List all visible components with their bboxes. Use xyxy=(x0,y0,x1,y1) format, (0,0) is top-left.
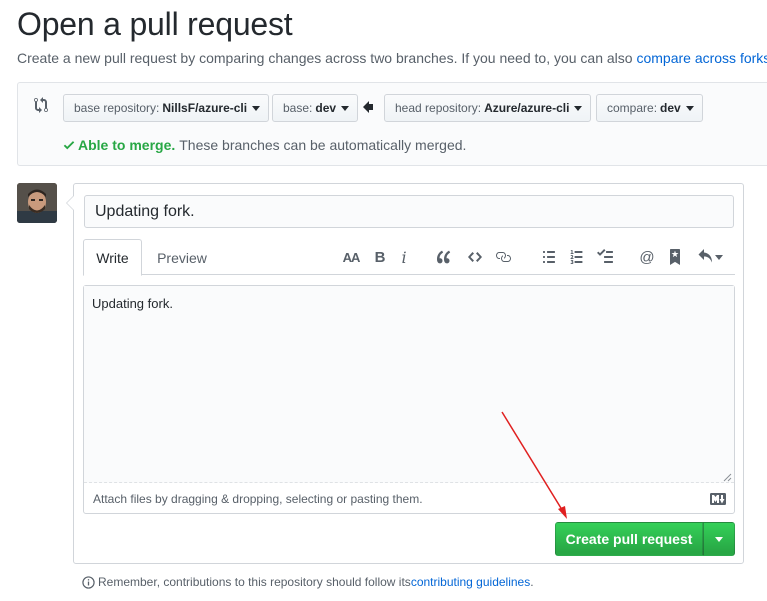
caret-down-icon xyxy=(252,105,261,111)
caret-down-icon xyxy=(341,105,350,111)
base-branch-select[interactable]: base: dev xyxy=(272,94,359,122)
heading-icon[interactable]: AA xyxy=(341,247,361,267)
head-repository-select[interactable]: head repository: Azure/azure-cli xyxy=(384,94,592,122)
head-repository-label: head repository: xyxy=(395,101,482,115)
merge-message: These branches can be automatically merg… xyxy=(179,137,467,153)
pr-title-input[interactable] xyxy=(84,195,734,228)
info-icon xyxy=(82,575,95,589)
mention-icon[interactable]: @ xyxy=(637,247,657,267)
base-branch-value: dev xyxy=(315,101,337,115)
pull-request-form: Write Preview AA B i @ xyxy=(66,183,744,564)
base-repository-label: base repository: xyxy=(74,101,160,115)
compare-arrows-icon xyxy=(34,97,48,113)
branch-range-editor: base repository: NillsF/azure-cli base: de… xyxy=(17,82,767,166)
base-branch-label: base: xyxy=(283,101,313,115)
resize-handle-icon[interactable] xyxy=(722,472,732,482)
tab-write[interactable]: Write xyxy=(83,239,142,276)
arrow-left-icon xyxy=(363,101,373,113)
note-end: . xyxy=(530,575,534,589)
compare-branch-select[interactable]: compare: dev xyxy=(596,94,703,122)
contributing-note: Remember, contributions to this reposito… xyxy=(82,575,534,589)
compare-branch-value: dev xyxy=(660,101,681,115)
markdown-icon[interactable] xyxy=(710,493,726,505)
caret-down-icon xyxy=(574,105,583,111)
pr-body-textarea[interactable]: Updating fork. xyxy=(84,286,734,483)
note-text: Remember, contributions to this reposito… xyxy=(98,575,411,589)
caret-down-icon xyxy=(685,105,694,111)
compare-across-forks-link[interactable]: compare across forks xyxy=(636,50,767,66)
task-list-icon[interactable] xyxy=(595,247,615,267)
reply-icon[interactable] xyxy=(693,247,727,267)
create-pull-request-button[interactable]: Create pull request xyxy=(555,522,703,556)
subtitle-text: Create a new pull request by comparing c… xyxy=(17,50,637,66)
create-pr-button-group: Create pull request xyxy=(555,522,735,556)
user-photo xyxy=(17,183,57,223)
base-repository-value: NillsF/azure-cli xyxy=(162,101,248,115)
link-icon[interactable] xyxy=(493,247,513,267)
bold-icon[interactable]: B xyxy=(370,247,390,267)
code-icon[interactable] xyxy=(465,247,485,267)
base-repository-select[interactable]: base repository: NillsF/azure-cli xyxy=(63,94,270,122)
page-title: Open a pull request xyxy=(17,6,293,42)
head-repository-value: Azure/azure-cli xyxy=(484,101,570,115)
compare-branch-label: compare: xyxy=(607,101,658,115)
merge-status: Able to merge. These branches can be aut… xyxy=(63,137,466,153)
merge-ok-label: Able to merge. xyxy=(78,137,176,153)
numbered-list-icon[interactable] xyxy=(567,247,587,267)
check-icon xyxy=(63,141,75,150)
comment-editor: Updating fork. Attach files by dragging … xyxy=(83,285,735,514)
saved-reply-icon[interactable] xyxy=(665,247,685,267)
bulleted-list-icon[interactable] xyxy=(539,247,559,267)
page-subtitle: Create a new pull request by comparing c… xyxy=(17,50,767,66)
attach-files-hint[interactable]: Attach files by dragging & dropping, sel… xyxy=(93,492,423,506)
create-options-dropdown[interactable] xyxy=(703,522,735,556)
editor-tabs: Write Preview AA B i @ xyxy=(83,239,735,276)
caret-down-icon xyxy=(714,254,723,260)
caret-down-icon xyxy=(715,536,723,542)
quote-icon[interactable] xyxy=(435,247,455,267)
tab-preview[interactable]: Preview xyxy=(149,239,215,276)
avatar[interactable] xyxy=(17,183,57,223)
contributing-guidelines-link[interactable]: contributing guidelines xyxy=(411,575,530,589)
italic-icon[interactable]: i xyxy=(394,247,414,267)
